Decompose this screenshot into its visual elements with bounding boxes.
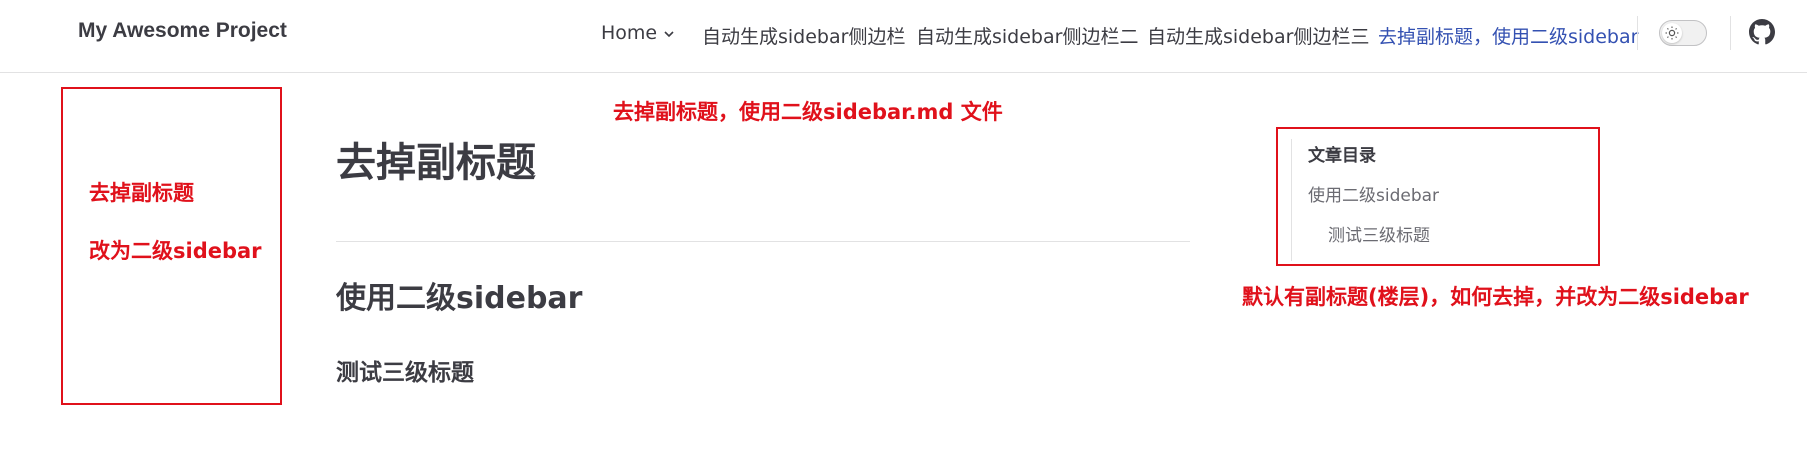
annotation-left-line2: 改为二级sidebar [89,239,262,263]
nav-divider [1637,16,1638,50]
toggle-knob [1662,23,1682,43]
nav-item-remove-subtitle[interactable]: 去掉副标题，使用二级sidebar [1378,22,1638,49]
github-icon[interactable] [1749,19,1775,49]
sun-icon [1665,26,1679,40]
nav-item-sidebar-1[interactable]: 自动生成sidebar侧边栏 [702,22,905,49]
heading-level-3: 测试三级标题 [336,360,474,386]
top-navbar: My Awesome Project Home 自动生成sidebar侧边栏 自… [0,0,1807,73]
outline-title: 文章目录 [1308,146,1376,166]
page-title: 去掉副标题 [336,140,536,186]
annotation-left-line1: 去掉副标题 [89,181,194,205]
site-title[interactable]: My Awesome Project [78,19,287,43]
outline-marker-bar [1291,139,1292,261]
nav-item-sidebar-3[interactable]: 自动生成sidebar侧边栏三 [1147,22,1369,49]
heading-level-2: 使用二级sidebar [336,281,583,316]
outline-item-h3[interactable]: 测试三级标题 [1328,221,1430,246]
nav-divider [1730,16,1731,50]
nav-item-home[interactable]: Home [601,22,675,45]
theme-toggle[interactable] [1659,20,1707,46]
nav-item-label: Home [601,22,658,44]
annotation-top: 去掉副标题，使用二级sidebar.md 文件 [613,100,1003,124]
annotation-right: 默认有副标题(楼层)，如何去掉，并改为二级sidebar [1242,285,1749,309]
content-divider [336,241,1190,242]
chevron-down-icon [663,23,675,45]
outline-item-h2[interactable]: 使用二级sidebar [1308,181,1439,206]
nav-item-sidebar-2[interactable]: 自动生成sidebar侧边栏二 [916,22,1138,49]
